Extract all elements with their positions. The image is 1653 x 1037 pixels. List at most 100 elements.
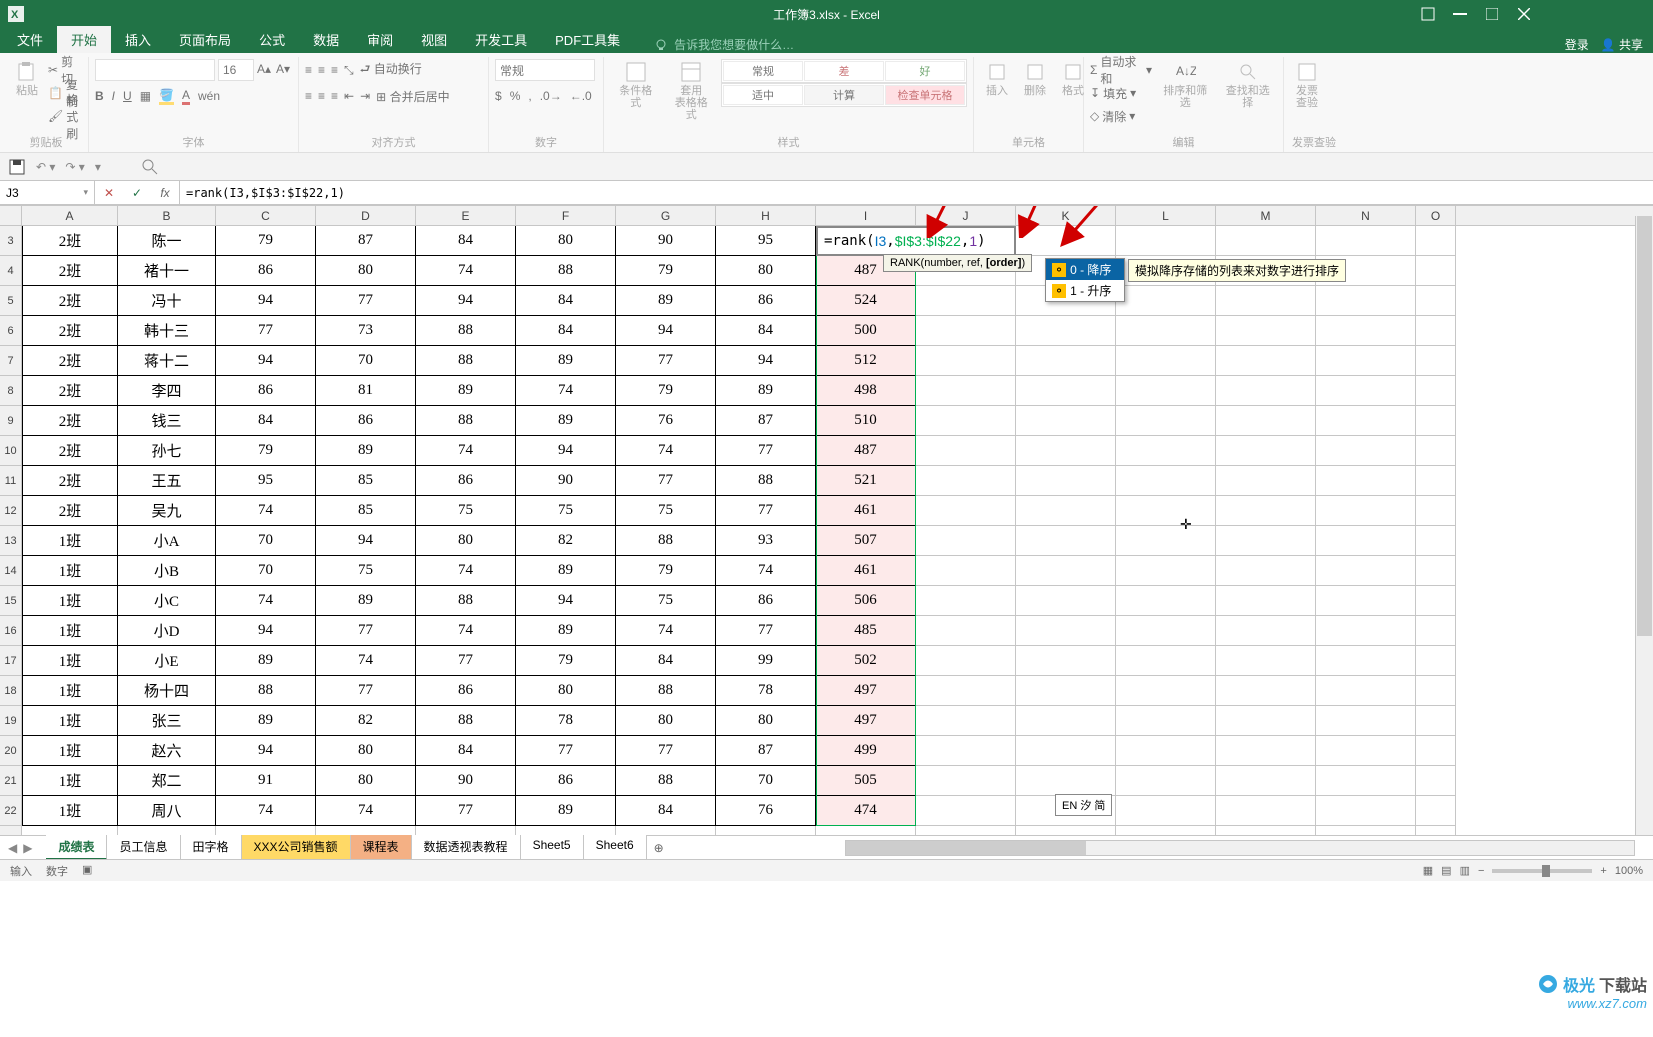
fx-icon[interactable]: fx	[151, 186, 179, 200]
row-header[interactable]: 15	[0, 586, 22, 616]
increase-font-icon[interactable]: A▴	[257, 62, 273, 78]
cell[interactable]	[1216, 646, 1316, 676]
sheet-tab[interactable]: 数据透视表教程	[412, 835, 521, 860]
cell[interactable]	[1316, 316, 1416, 346]
cell[interactable]	[1316, 346, 1416, 376]
align-center-icon[interactable]: ≡	[318, 89, 325, 103]
cell[interactable]: 89	[516, 796, 616, 826]
cell[interactable]: 褚十一	[118, 256, 216, 286]
cell[interactable]	[1216, 496, 1316, 526]
style-neutral[interactable]: 适中	[723, 85, 803, 105]
tab-view[interactable]: 视图	[407, 26, 461, 53]
merge-center-button[interactable]: ⊞ 合并后居中	[376, 88, 449, 105]
cell[interactable]	[1016, 556, 1116, 586]
cell[interactable]	[1016, 766, 1116, 796]
cell[interactable]: 76	[716, 796, 816, 826]
cell[interactable]: 90	[616, 226, 716, 256]
phonetic-button[interactable]: wén	[198, 89, 220, 103]
save-icon[interactable]	[8, 158, 26, 176]
paste-button[interactable]: 粘贴	[10, 59, 44, 99]
autosum-button[interactable]: Σ 自动求和 ▾	[1090, 59, 1152, 81]
insert-cells-button[interactable]: 插入	[980, 59, 1014, 99]
cell[interactable]	[1416, 256, 1456, 286]
format-as-table-button[interactable]: 套用 表格格式	[666, 59, 718, 123]
cell[interactable]	[1316, 496, 1416, 526]
cell[interactable]	[1016, 736, 1116, 766]
autocomplete-item-0[interactable]: ⚬0 - 降序 模拟降序存储的列表来对数字进行排序	[1046, 259, 1124, 280]
cell[interactable]: 512	[816, 346, 916, 376]
cell[interactable]	[1116, 466, 1216, 496]
cell[interactable]: 94	[516, 586, 616, 616]
cell[interactable]: 74	[316, 646, 416, 676]
cell[interactable]: 86	[416, 466, 516, 496]
cell[interactable]: 88	[616, 676, 716, 706]
cell[interactable]: 524	[816, 286, 916, 316]
cell[interactable]: 孙七	[118, 436, 216, 466]
conditional-formatting-button[interactable]: 条件格式	[610, 59, 662, 111]
sheet-tab[interactable]: XXX公司销售额	[242, 835, 351, 860]
cell[interactable]	[916, 496, 1016, 526]
cell[interactable]	[1216, 286, 1316, 316]
cell[interactable]	[1016, 436, 1116, 466]
cell[interactable]: 1班	[22, 676, 118, 706]
cell[interactable]: 80	[716, 256, 816, 286]
cell[interactable]: 506	[816, 586, 916, 616]
cell[interactable]	[1216, 436, 1316, 466]
cell[interactable]	[1116, 346, 1216, 376]
cell[interactable]: 77	[316, 676, 416, 706]
cell[interactable]	[1116, 766, 1216, 796]
cell[interactable]: 80	[516, 676, 616, 706]
decrease-indent-icon[interactable]: ⇤	[344, 89, 354, 103]
cell[interactable]	[1216, 346, 1316, 376]
cell[interactable]	[1416, 436, 1456, 466]
cell[interactable]: 85	[316, 496, 416, 526]
cell[interactable]	[1216, 226, 1316, 256]
cell[interactable]: 88	[516, 256, 616, 286]
view-page-break-icon[interactable]: ▥	[1460, 864, 1470, 877]
cell[interactable]: 韩十三	[118, 316, 216, 346]
qat-customize-icon[interactable]: ▾	[95, 160, 101, 174]
cell[interactable]: 75	[416, 496, 516, 526]
cell[interactable]: 钱三	[118, 406, 216, 436]
cell[interactable]	[1416, 226, 1456, 256]
cell[interactable]: 91	[216, 766, 316, 796]
cell[interactable]	[1316, 586, 1416, 616]
cell[interactable]: 80	[316, 736, 416, 766]
cell[interactable]: 86	[516, 766, 616, 796]
cell[interactable]: 77	[616, 466, 716, 496]
cell[interactable]	[916, 676, 1016, 706]
cell[interactable]: 王五	[118, 466, 216, 496]
increase-decimal-icon[interactable]: .0→	[540, 89, 562, 103]
cell[interactable]	[516, 826, 616, 835]
cell[interactable]: 497	[816, 706, 916, 736]
cell[interactable]: 94	[216, 616, 316, 646]
format-painter-button[interactable]: 🖌 格式刷	[48, 105, 82, 127]
cell[interactable]: 499	[816, 736, 916, 766]
cell[interactable]: 88	[416, 706, 516, 736]
cell[interactable]	[916, 646, 1016, 676]
decrease-font-icon[interactable]: A▾	[276, 62, 292, 78]
cell[interactable]	[1416, 286, 1456, 316]
row-header[interactable]: 22	[0, 796, 22, 826]
cell[interactable]: 1班	[22, 616, 118, 646]
cell[interactable]: 1班	[22, 526, 118, 556]
row-header[interactable]: 10	[0, 436, 22, 466]
align-middle-icon[interactable]: ≡	[318, 63, 325, 77]
cell[interactable]	[1216, 676, 1316, 706]
tab-file[interactable]: 文件	[3, 26, 57, 53]
cell[interactable]: 500	[816, 316, 916, 346]
cell[interactable]: 88	[616, 766, 716, 796]
select-all-corner[interactable]	[0, 206, 22, 225]
cell[interactable]	[1216, 826, 1316, 835]
row-header[interactable]: 5	[0, 286, 22, 316]
cell[interactable]	[1116, 616, 1216, 646]
cell[interactable]: 510	[816, 406, 916, 436]
row-header[interactable]: 6	[0, 316, 22, 346]
cell[interactable]	[1116, 286, 1216, 316]
cell[interactable]: 95	[716, 226, 816, 256]
cell[interactable]: 94	[616, 316, 716, 346]
close-icon[interactable]	[1515, 5, 1533, 23]
percent-icon[interactable]: %	[510, 89, 521, 103]
view-page-layout-icon[interactable]: ▤	[1441, 864, 1451, 877]
row-header[interactable]: 16	[0, 616, 22, 646]
